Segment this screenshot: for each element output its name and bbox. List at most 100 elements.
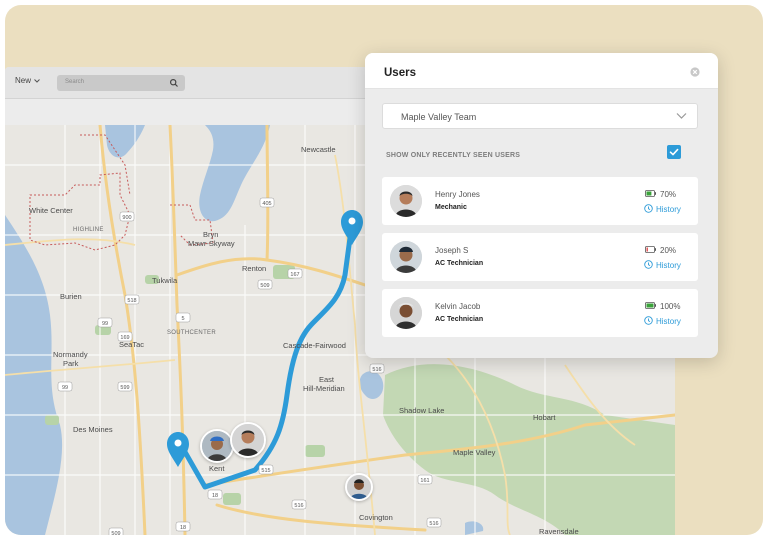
map-label: Renton [242,264,266,273]
highway-shield-label: 99 [102,321,108,327]
new-button-label: New [15,76,32,85]
highway-shield-label: 18 [180,525,186,531]
highway-shield-label: 509 [260,283,269,289]
clock-icon [644,316,653,325]
highway-shield-label: 161 [420,478,429,484]
chevron-down-icon [676,113,687,119]
map-label: Tukwila [152,276,178,285]
highway-shield-label: 18 [212,493,218,499]
recent-users-label: SHOW ONLY RECENTLY SEEN USERS [386,152,521,159]
map-label: Cascade-Fairwood [283,341,346,350]
highway-shield-label: 5 [181,316,184,322]
battery-percent: 100% [660,302,681,311]
users-panel-header: Users [365,53,718,89]
search-input[interactable]: Search [57,75,185,91]
highway-shield: 161 [417,474,433,485]
map-label: Shadow Lake [399,406,444,415]
highway-shield: 18 [207,489,223,500]
map-label: SOUTHCENTER [167,330,216,336]
highway-shield-label: 515 [261,468,270,474]
map-user-avatar-kelvin[interactable] [345,473,373,501]
person-avatar-icon [347,475,371,499]
highway-shield-label: 518 [127,298,136,304]
user-role: AC Technician [435,316,484,323]
highway-shield: 509 [108,527,124,535]
user-name: Joseph S [435,246,469,255]
user-card-joseph[interactable]: Joseph S AC Technician 20% History [382,233,698,281]
park-area [305,445,325,457]
avatar [390,297,422,329]
highway-shield-label: 900 [122,215,131,221]
new-button[interactable]: New [15,76,40,85]
highway-shield: 516 [369,363,385,374]
users-panel: Users Maple Valley Team SHOW ONLY RECENT… [365,53,718,358]
user-name: Henry Jones [435,190,480,199]
map-label: Burien [60,292,82,301]
highway-shield: 167 [287,268,303,279]
highway-shield-label: 509 [111,531,120,535]
highway-shield-label: 99 [62,385,68,391]
highway-shield: 169 [117,331,133,342]
user-name: Kelvin Jacob [435,302,481,311]
highway-shield: 99 [97,317,113,328]
map-label: Maple Valley [453,448,496,457]
highway-shield: 509 [257,279,273,290]
user-card-henry[interactable]: Henry Jones Mechanic 70% History [382,177,698,225]
avatar [390,241,422,273]
user-role: Mechanic [435,204,467,211]
battery-percent: 70% [660,190,677,199]
search-placeholder: Search [65,79,85,85]
battery-icon [645,190,656,197]
highway-shield: 599 [117,381,133,392]
highway-shield: 99 [57,381,73,392]
chevron-down-icon [34,78,40,83]
highway-shield: 516 [291,499,307,510]
person-avatar-icon [390,241,422,273]
highway-shield-label: 169 [120,335,129,341]
battery-percent: 20% [660,246,677,255]
recent-users-checkbox[interactable] [667,145,681,159]
highway-shield: 516 [426,517,442,528]
history-link[interactable]: History [656,261,681,270]
map-label: Hobart [533,413,556,422]
map-user-avatar-joseph[interactable] [200,429,234,463]
highway-shield-label: 516 [294,503,303,509]
map-user-avatar-henry[interactable] [230,422,266,458]
map-label: SeaTac [119,340,144,349]
clock-icon [644,204,653,213]
map-label: Kent [209,464,225,473]
highway-shield: 900 [119,211,135,222]
highway-shield-label: 599 [120,385,129,391]
map-label: White Center [29,206,73,215]
history-link[interactable]: History [656,317,681,326]
highway-shield-label: 516 [372,367,381,373]
map-label: Ravensdale [539,527,579,535]
user-role: AC Technician [435,260,484,267]
person-avatar-icon [232,424,264,456]
history-link[interactable]: History [656,205,681,214]
clock-icon [644,260,653,269]
panel-title: Users [384,67,416,79]
highway-shield: 405 [259,197,275,208]
highway-shield-label: 167 [290,272,299,278]
close-icon[interactable] [690,67,700,77]
park-area [223,493,241,505]
highway-shield-label: 405 [262,201,271,207]
map-label: Newcastle [301,145,336,154]
map-label: HIGHLINE [73,227,104,233]
park-area [45,415,59,425]
battery-icon [645,246,656,253]
checkmark-icon [669,148,679,156]
team-select-value: Maple Valley Team [401,112,477,122]
map-label: Covington [359,513,393,522]
map-label: Des Moines [73,425,113,434]
person-avatar-icon [202,431,232,461]
team-select[interactable]: Maple Valley Team [382,103,698,129]
battery-icon [645,302,656,309]
user-card-kelvin[interactable]: Kelvin Jacob AC Technician 100% History [382,289,698,337]
search-icon [169,78,178,87]
highway-shield-label: 516 [429,521,438,527]
highway-shield: 5 [175,312,191,323]
highway-shield: 515 [258,464,274,475]
person-avatar-icon [390,185,422,217]
